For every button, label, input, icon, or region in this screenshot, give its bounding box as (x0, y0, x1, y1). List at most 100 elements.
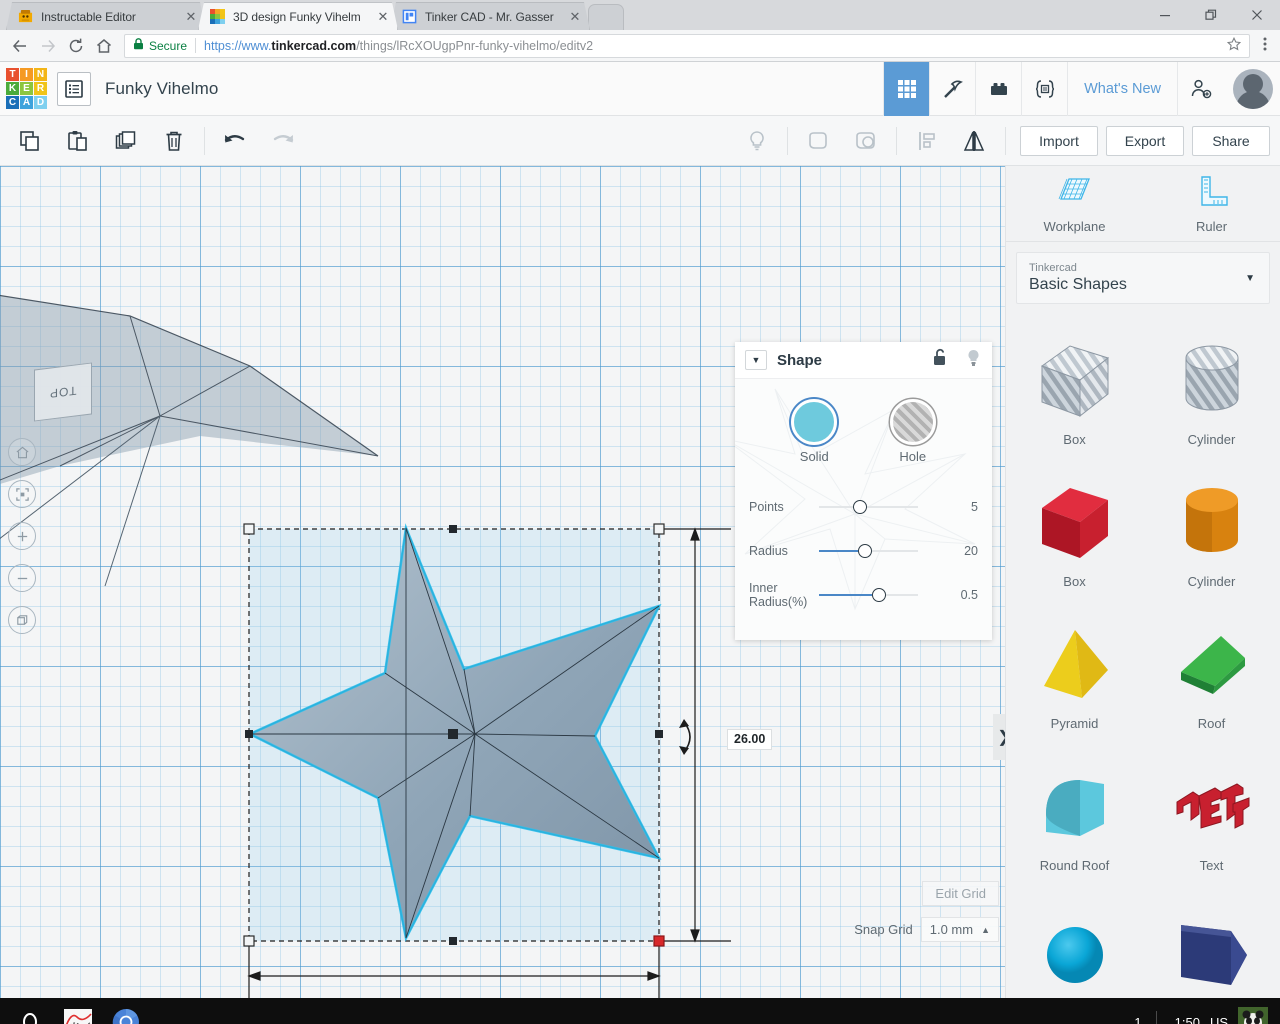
new-tab-button[interactable] (588, 4, 624, 30)
solid-swatch[interactable] (791, 399, 838, 445)
snap-grid-select[interactable]: 1.0 mm ▲ (920, 917, 999, 942)
clock[interactable]: 1:50 (1157, 1015, 1210, 1024)
star-icon[interactable] (1226, 36, 1242, 54)
minimize-icon[interactable] (1142, 0, 1188, 30)
shape-item-wedge[interactable] (1143, 886, 1280, 998)
share-button[interactable]: Share (1192, 125, 1270, 156)
tab-strip: Instructable Editor ✕ 3D design Funky Vi… (0, 0, 1280, 30)
delete-trash-icon[interactable] (150, 121, 198, 161)
add-person-icon[interactable] (1177, 61, 1223, 116)
tab-close-icon[interactable]: ✕ (567, 9, 583, 25)
url-path: /things/lRcXOUgpPnr-funky-vihelmo/editv2 (356, 38, 594, 53)
tab-lego-brick[interactable] (975, 61, 1021, 116)
tab-close-icon[interactable]: ✕ (375, 9, 391, 25)
collapse-panel-chevron-icon[interactable]: ❯ (993, 714, 1005, 760)
export-button[interactable]: Export (1106, 125, 1184, 156)
zoom-in-icon[interactable] (8, 522, 36, 550)
slider-knob[interactable] (857, 544, 872, 558)
inner-radius-slider[interactable] (819, 587, 936, 603)
ungroup-icon[interactable] (842, 121, 890, 161)
panda-photo[interactable] (1238, 1007, 1268, 1024)
fit-to-view-icon[interactable] (8, 480, 36, 508)
height-dimension-label[interactable]: 26.00 (727, 729, 773, 750)
language-indicator[interactable]: US (1210, 1015, 1238, 1024)
tinkercad-logo[interactable]: T I N K E R C A D (6, 68, 47, 109)
shape-item-box[interactable]: Box (1006, 460, 1143, 602)
hole-swatch[interactable] (889, 399, 936, 445)
lightbulb-icon[interactable] (965, 348, 982, 372)
shape-item-text[interactable]: Text (1143, 744, 1280, 886)
tab-designs-grid[interactable] (883, 61, 930, 116)
chrome-icon[interactable] (102, 998, 150, 1024)
hint-lightbulb-icon[interactable] (733, 121, 781, 161)
duplicate-icon[interactable] (102, 121, 150, 161)
list-menu-icon[interactable] (57, 71, 91, 106)
edit-grid-button[interactable]: Edit Grid (922, 881, 999, 906)
library-value: Basic Shapes (1029, 275, 1127, 293)
undo-icon[interactable] (211, 121, 259, 161)
points-slider[interactable] (819, 499, 936, 515)
ortho-perspective-icon[interactable] (8, 606, 36, 634)
tab-close-icon[interactable]: ✕ (183, 9, 199, 25)
inner-radius-value[interactable]: 0.5 (944, 588, 978, 602)
chevron-down-icon[interactable]: ▼ (1245, 273, 1255, 284)
zoom-out-icon[interactable] (8, 564, 36, 592)
points-value[interactable]: 5 (944, 500, 978, 514)
home-button[interactable] (90, 32, 118, 60)
slider-knob[interactable] (852, 500, 867, 514)
copy-icon[interactable] (6, 121, 54, 161)
background-star-fragment (0, 294, 379, 587)
hole-mode-option[interactable]: Hole (868, 399, 958, 464)
shape-item-pyramid[interactable]: Pyramid (1006, 602, 1143, 744)
reload-button[interactable] (62, 32, 90, 60)
shape-item-box-hole[interactable]: Box (1006, 318, 1143, 460)
browser-tab-active[interactable]: 3D design Funky Vihelm ✕ (198, 2, 398, 30)
round-roof-icon (1032, 758, 1118, 854)
whats-new-link[interactable]: What's New (1067, 61, 1177, 116)
shape-item-roof[interactable]: Roof (1143, 602, 1280, 744)
align-icon[interactable] (903, 121, 951, 161)
graph-app-icon[interactable] (54, 998, 102, 1024)
design-canvas[interactable]: TOP 26.00 ▼ Shape Solid Hole Points 5 Ra… (0, 166, 1005, 998)
tab-minecraft-pickaxe[interactable] (929, 61, 975, 116)
kebab-menu-icon[interactable] (1256, 36, 1274, 56)
page-title: Funky Vihelmo (105, 78, 219, 98)
logo-tile: N (34, 68, 47, 81)
notification-count[interactable]: 1 (1120, 1015, 1155, 1024)
shape-item-cylinder-hole[interactable]: Cylinder (1143, 318, 1280, 460)
shape-item-cylinder[interactable]: Cylinder (1143, 460, 1280, 602)
view-cube[interactable]: TOP (34, 362, 92, 422)
sidebar-item-ruler[interactable]: Ruler (1143, 166, 1280, 241)
back-button[interactable] (6, 32, 34, 60)
shape-item-round-roof[interactable]: Round Roof (1006, 744, 1143, 886)
import-button[interactable]: Import (1020, 125, 1098, 156)
avatar[interactable] (1233, 68, 1273, 109)
snap-grid-label: Snap Grid (854, 922, 913, 937)
shape-item-sphere[interactable] (1006, 886, 1143, 998)
tab-codeblocks[interactable] (1021, 61, 1067, 116)
cortana-search-icon[interactable] (6, 998, 54, 1024)
restore-icon[interactable] (1188, 0, 1234, 30)
shape-library-grid: Box Cylinder Box Cylinder Pyramid Roof R… (1006, 314, 1280, 998)
points-label: Points (749, 500, 784, 514)
browser-tab[interactable]: Tinker CAD - Mr. Gasser ✕ (390, 2, 590, 30)
unlocked-padlock-icon[interactable] (932, 348, 949, 372)
rotate-handle-icon (679, 719, 691, 755)
url-input[interactable]: Secure https://www. tinkercad.com /thing… (124, 33, 1250, 58)
close-icon[interactable] (1234, 0, 1280, 30)
chevron-down-icon[interactable]: ▼ (745, 350, 767, 370)
slider-knob[interactable] (871, 588, 886, 602)
browser-tab[interactable]: Instructable Editor ✕ (6, 2, 206, 30)
paste-icon[interactable] (54, 121, 102, 161)
radius-slider[interactable] (819, 543, 936, 559)
sphere-icon (1032, 907, 1118, 998)
mirror-icon[interactable] (951, 121, 999, 161)
windows-taskbar: 1 1:50 US (0, 998, 1280, 1024)
solid-mode-option[interactable]: Solid (769, 399, 859, 464)
chevron-up-icon: ▲ (981, 924, 990, 935)
group-icon[interactable] (794, 121, 842, 161)
shape-library-select[interactable]: Tinkercad Basic Shapes ▼ (1016, 252, 1270, 304)
home-view-icon[interactable] (8, 438, 36, 466)
sidebar-item-workplane[interactable]: Workplane (1006, 166, 1143, 241)
radius-value[interactable]: 20 (944, 544, 978, 558)
